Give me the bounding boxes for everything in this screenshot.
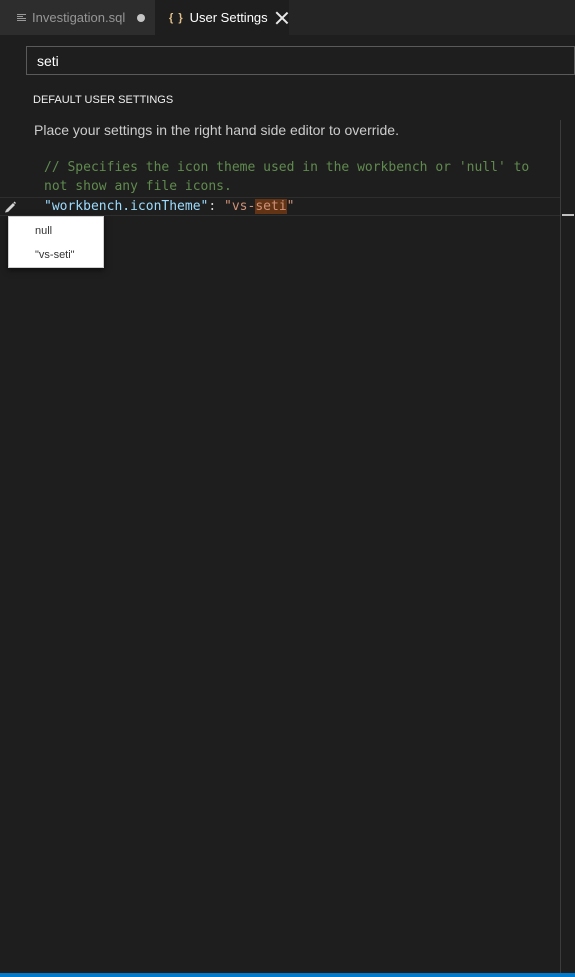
status-bar [0, 973, 575, 977]
setting-description-line-1: // Specifies the icon theme used in the … [44, 160, 530, 175]
close-icon[interactable] [276, 12, 288, 24]
menu-item-null[interactable]: null [9, 219, 103, 243]
edit-value-dropdown: null "vs-seti" [8, 216, 104, 268]
tab-user-settings[interactable]: { } User Settings [155, 0, 289, 35]
tab-label: Investigation.sql [32, 10, 126, 25]
menu-item-vs-seti[interactable]: "vs-seti" [9, 243, 103, 267]
editor-scrollbar[interactable] [560, 120, 561, 977]
unsaved-dot-icon[interactable] [137, 13, 146, 22]
setting-line[interactable]: "workbench.iconTheme": "vs-seti" [44, 197, 294, 216]
setting-colon: : [208, 199, 225, 214]
settings-hint: Place your settings in the right hand si… [34, 122, 399, 138]
overview-ruler-marker [562, 214, 574, 216]
settings-search-input[interactable] [26, 46, 575, 75]
setting-value-open: "vs- [224, 199, 256, 214]
edit-pencil-icon[interactable] [3, 199, 17, 213]
tab-bar: Investigation.sql { } User Settings [0, 0, 575, 35]
file-lines-icon [17, 13, 26, 22]
section-title: DEFAULT USER SETTINGS [33, 94, 174, 106]
search-match-highlight: seti [255, 199, 287, 214]
setting-description-line-2: not show any file icons. [44, 179, 232, 194]
tab-investigation-sql[interactable]: Investigation.sql [0, 0, 155, 35]
setting-key: "workbench.iconTheme" [44, 199, 209, 214]
tab-label: User Settings [189, 10, 268, 25]
setting-value-close: " [286, 199, 295, 214]
curly-braces-icon: { } [169, 11, 184, 24]
